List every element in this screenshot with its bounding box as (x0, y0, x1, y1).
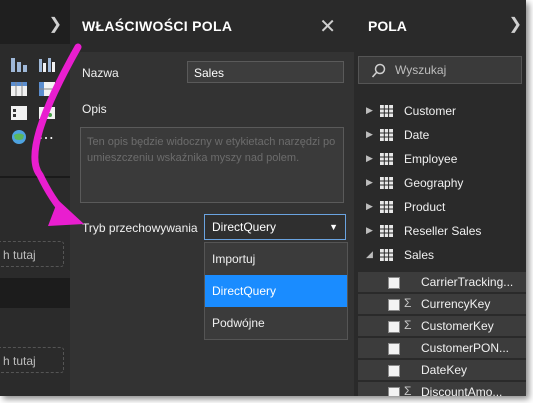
storage-mode-menu: Importuj DirectQuery Podwójne (204, 242, 348, 340)
divider (0, 176, 70, 178)
chevron-right-icon[interactable]: ❯ (509, 14, 522, 34)
matrix-visual-icon[interactable] (38, 80, 56, 98)
expand-arrow-icon[interactable]: ▶ (366, 225, 373, 236)
expand-arrow-icon[interactable]: ▶ (366, 201, 373, 212)
visualizations-panel: ❯ ⋯ h tutaj h tutaj (0, 0, 70, 396)
slicer-visual-icon[interactable] (10, 104, 28, 122)
table-name: Product (404, 200, 446, 214)
table-name: Customer (404, 104, 457, 118)
more-visuals-icon[interactable]: ⋯ (38, 128, 55, 148)
panel-title: WŁAŚCIWOŚCI POLA (82, 18, 233, 34)
field-row[interactable]: Σ DiscountAmo... (358, 382, 526, 396)
expand-arrow-icon[interactable]: ▶ (366, 105, 373, 116)
field-properties-panel: WŁAŚCIWOŚCI POLA ✕ Nazwa Sales Opis Ten … (70, 0, 354, 396)
field-checkbox[interactable] (388, 299, 400, 311)
app-window: ❯ ⋯ h tutaj h tutaj WŁAŚCIWOŚCI POLA ✕ N… (0, 0, 526, 396)
option-importuj[interactable]: Importuj (205, 243, 347, 275)
field-checkbox[interactable] (388, 387, 400, 396)
storage-mode-select[interactable]: DirectQuery ▼ (204, 214, 346, 240)
sigma-icon: Σ (404, 318, 412, 332)
expand-arrow-icon[interactable]: ▶ (366, 153, 373, 164)
table-icon (380, 105, 393, 117)
field-checkbox[interactable] (388, 365, 400, 377)
field-name: CustomerPON... (421, 341, 510, 355)
dark-strip (0, 278, 70, 308)
search-input[interactable]: Wyszukaj (358, 56, 522, 84)
table-name: Sales (404, 248, 435, 262)
search-icon (371, 63, 386, 78)
table-name: Geography (404, 176, 464, 190)
field-row[interactable]: DateKey (358, 360, 526, 380)
clustered-column-chart-icon[interactable] (38, 56, 56, 74)
table-name: Employee (404, 152, 458, 166)
table-visual-icon[interactable] (10, 80, 28, 98)
table-icon (380, 249, 393, 261)
search-placeholder: Wyszukaj (395, 63, 447, 77)
table-row-sales[interactable]: ◢ Sales (354, 244, 526, 268)
storage-mode-value: DirectQuery (212, 220, 277, 234)
field-properties-header: WŁAŚCIWOŚCI POLA ✕ (70, 0, 354, 52)
field-name: DateKey (421, 363, 468, 377)
stacked-bar-chart-icon[interactable] (10, 56, 28, 74)
field-row[interactable]: Σ CurrencyKey (358, 294, 526, 314)
map-visual-icon[interactable] (38, 104, 56, 122)
expand-arrow-icon[interactable]: ▶ (366, 129, 373, 140)
expand-arrow-icon[interactable]: ▶ (366, 177, 373, 188)
fields-panel: POLA ❯ Wyszukaj ▶ Customer ▶ Date ▶ Empl… (354, 0, 526, 396)
field-checkbox[interactable] (388, 343, 400, 355)
field-row[interactable]: CustomerPON... (358, 338, 526, 358)
option-directquery[interactable]: DirectQuery (205, 275, 347, 307)
description-label: Opis (82, 102, 107, 116)
table-icon (380, 153, 393, 165)
table-row-reseller-sales[interactable]: ▶ Reseller Sales (354, 220, 526, 244)
table-row-date[interactable]: ▶ Date (354, 124, 526, 148)
field-checkbox[interactable] (388, 277, 400, 289)
table-row-customer[interactable]: ▶ Customer (354, 100, 526, 124)
table-icon (380, 201, 393, 213)
table-icon (380, 177, 393, 189)
visualizations-header: ❯ (0, 0, 70, 44)
name-label: Nazwa (82, 66, 119, 80)
table-row-product[interactable]: ▶ Product (354, 196, 526, 220)
globe-icon[interactable] (10, 128, 28, 146)
table-row-employee[interactable]: ▶ Employee (354, 148, 526, 172)
storage-mode-label: Tryb przechowywania (82, 221, 198, 235)
field-name: CarrierTracking... (421, 275, 514, 289)
table-name: Date (404, 128, 430, 142)
field-name: CustomerKey (421, 319, 494, 333)
table-icon (380, 225, 393, 237)
field-name: CurrencyKey (421, 297, 491, 311)
close-icon[interactable]: ✕ (319, 14, 336, 39)
field-checkbox[interactable] (388, 321, 400, 333)
collapse-arrow-icon[interactable]: ◢ (366, 249, 373, 260)
field-row[interactable]: CarrierTracking... (358, 272, 526, 292)
field-row[interactable]: Σ CustomerKey (358, 316, 526, 336)
description-field[interactable]: Ten opis będzie widoczny w etykietach na… (80, 127, 344, 203)
drop-zone-2[interactable]: h tutaj (0, 347, 64, 373)
sigma-icon: Σ (404, 384, 412, 396)
field-name: DiscountAmo... (421, 385, 503, 396)
drop-zone-1[interactable]: h tutaj (0, 241, 64, 267)
dropdown-caret-icon: ▼ (329, 222, 338, 232)
chevron-right-icon[interactable]: ❯ (49, 14, 62, 34)
table-name: Reseller Sales (404, 224, 482, 238)
table-row-geography[interactable]: ▶ Geography (354, 172, 526, 196)
option-podwojne[interactable]: Podwójne (205, 307, 347, 339)
table-icon (380, 129, 393, 141)
sigma-icon: Σ (404, 296, 412, 310)
fields-title: POLA (368, 18, 407, 34)
name-input[interactable]: Sales (187, 61, 344, 83)
